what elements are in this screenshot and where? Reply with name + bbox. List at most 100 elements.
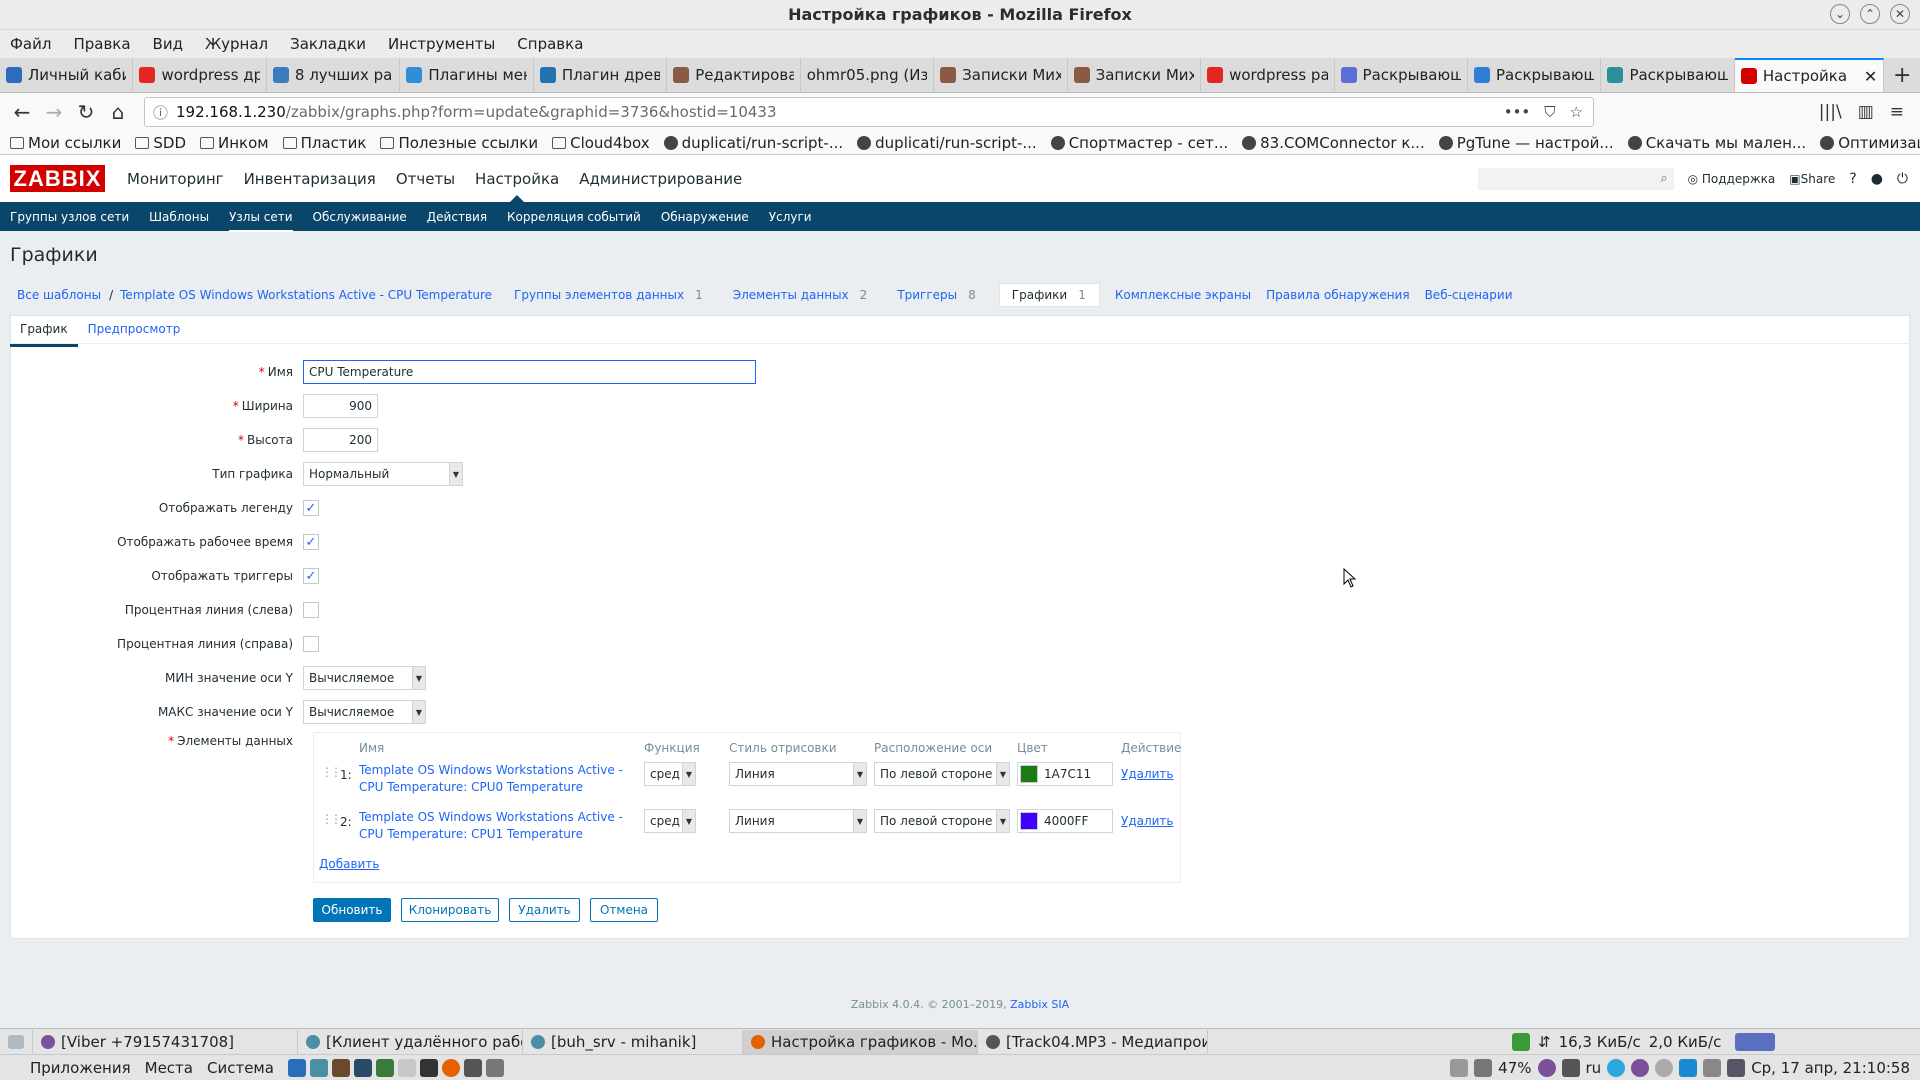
- ymin-select[interactable]: Вычисляемое ▼: [303, 666, 426, 690]
- browser-tab[interactable]: Раскрывающ: [1601, 58, 1735, 92]
- menu-edit[interactable]: Правка: [73, 35, 130, 53]
- breadcrumb-graphs[interactable]: Графики 1: [998, 283, 1100, 307]
- network-icon[interactable]: [1703, 1058, 1722, 1077]
- show-legend-checkbox[interactable]: ✓: [303, 500, 319, 516]
- item-name-link[interactable]: Template OS Windows Workstations Active …: [359, 809, 639, 843]
- breadcrumb-items[interactable]: Элементы данных 2: [726, 288, 876, 302]
- bookmark-item[interactable]: Спортмастер - сет...: [1050, 134, 1228, 152]
- bookmark-item[interactable]: Инком: [200, 134, 269, 152]
- browser-tab[interactable]: Настройка ✕: [1734, 58, 1885, 92]
- user-profile-icon[interactable]: ●: [1871, 171, 1883, 187]
- color-swatch[interactable]: [1020, 812, 1038, 830]
- menu-configuration[interactable]: Настройка: [475, 155, 559, 202]
- height-input[interactable]: 200: [303, 428, 378, 452]
- menu-inventory[interactable]: Инвентаризация: [244, 155, 376, 202]
- browser-tab[interactable]: Редактирова: [667, 58, 801, 92]
- volume-icon[interactable]: [1561, 1058, 1580, 1077]
- menu-tools[interactable]: Инструменты: [388, 35, 495, 53]
- browser-tab[interactable]: Записки Мих: [1068, 58, 1202, 92]
- item-function-select[interactable]: сред ▼: [644, 762, 696, 786]
- help-icon[interactable]: ?: [1849, 171, 1856, 187]
- system-menu[interactable]: Система: [207, 1059, 274, 1077]
- color-swatch[interactable]: [1020, 765, 1038, 783]
- bookmark-item[interactable]: Оптимизация наст...: [1820, 134, 1920, 152]
- show-worktime-checkbox[interactable]: ✓: [303, 534, 319, 550]
- item-name-link[interactable]: Template OS Windows Workstations Active …: [359, 762, 639, 796]
- keyboard-layout[interactable]: ru: [1586, 1059, 1602, 1077]
- terminal-icon[interactable]: [419, 1058, 438, 1077]
- browser-tab[interactable]: Записки Мих: [934, 58, 1068, 92]
- item-remove-link[interactable]: Удалить: [1121, 814, 1174, 828]
- share-link[interactable]: ▣Share: [1789, 172, 1835, 186]
- launcher-icon[interactable]: [485, 1058, 504, 1077]
- pocket-icon[interactable]: ⛉: [1544, 103, 1555, 121]
- sidebar-icon[interactable]: ▥: [1858, 102, 1874, 122]
- bookmark-item[interactable]: duplicati/run-script-...: [857, 134, 1037, 152]
- close-icon[interactable]: ✕: [1890, 4, 1910, 24]
- launcher-icon[interactable]: [309, 1058, 328, 1077]
- bookmark-item[interactable]: 83.COMConnector к...: [1242, 134, 1425, 152]
- bookmark-item[interactable]: SDD: [135, 134, 186, 152]
- url-bar[interactable]: ⓘ 192.168.1.230/zabbix/graphs.php?form=u…: [144, 97, 1594, 127]
- bookmark-item[interactable]: Скачать мы мален...: [1627, 134, 1806, 152]
- tray-icon[interactable]: [1450, 1058, 1469, 1077]
- bookmark-item[interactable]: duplicati/run-script-...: [663, 134, 843, 152]
- taskbar-window[interactable]: [buh_srv - mihanik]: [523, 1029, 743, 1054]
- search-icon[interactable]: ⌕: [1660, 171, 1667, 186]
- launcher-icon[interactable]: [397, 1058, 416, 1077]
- global-search-input[interactable]: ⌕: [1477, 167, 1674, 190]
- viber-tray-icon[interactable]: [1631, 1058, 1650, 1077]
- show-triggers-checkbox[interactable]: ✓: [303, 568, 319, 584]
- browser-tab[interactable]: Раскрывающ: [1468, 58, 1602, 92]
- submenu-services[interactable]: Услуги: [769, 210, 812, 224]
- launcher-icon[interactable]: [353, 1058, 372, 1077]
- taskbar-window[interactable]: [Клиент удалённого рабо...: [298, 1029, 523, 1054]
- launcher-icon[interactable]: [375, 1058, 394, 1077]
- item-color-input[interactable]: 1A7C11: [1017, 762, 1113, 786]
- clone-button[interactable]: Клонировать: [401, 898, 499, 922]
- percent-left-checkbox[interactable]: [303, 602, 319, 618]
- fedora-logo-icon[interactable]: [6, 1059, 24, 1077]
- maximize-icon[interactable]: ⌃: [1860, 4, 1880, 24]
- browser-tab[interactable]: wordpress др: [133, 58, 267, 92]
- forward-icon[interactable]: →: [38, 96, 70, 128]
- bookmark-item[interactable]: Мои ссылки: [10, 134, 121, 152]
- submenu-actions[interactable]: Действия: [427, 210, 487, 224]
- minimize-icon[interactable]: ⌄: [1830, 4, 1850, 24]
- app-tray-icon[interactable]: [1512, 1033, 1530, 1051]
- sign-out-icon[interactable]: ⏻: [1897, 171, 1908, 187]
- bookmark-item[interactable]: Cloud4box: [552, 134, 650, 152]
- cancel-button[interactable]: Отмена: [590, 898, 658, 922]
- item-remove-link[interactable]: Удалить: [1121, 767, 1174, 781]
- bookmark-star-icon[interactable]: ☆: [1570, 103, 1583, 121]
- item-style-select[interactable]: Линия ▼: [729, 809, 867, 833]
- menu-reports[interactable]: Отчеты: [396, 155, 455, 202]
- submenu-event-correlation[interactable]: Корреляция событий: [507, 210, 641, 224]
- zabbix-sia-link[interactable]: Zabbix SIA: [1010, 998, 1069, 1011]
- bookmark-item[interactable]: Пластик: [282, 134, 366, 152]
- viber-tray-icon[interactable]: [1537, 1058, 1556, 1077]
- menu-file[interactable]: Файл: [10, 35, 51, 53]
- browser-tab[interactable]: 8 лучших рас: [267, 58, 401, 92]
- site-info-icon[interactable]: ⓘ: [153, 102, 168, 123]
- menu-help[interactable]: Справка: [517, 35, 583, 53]
- breadcrumb-all-templates[interactable]: Все шаблоны: [17, 288, 101, 302]
- zabbix-logo[interactable]: ZABBIX: [10, 165, 105, 192]
- hamburger-menu-icon[interactable]: ≡: [1890, 102, 1904, 122]
- breadcrumb-web[interactable]: Веб-сценарии: [1425, 288, 1513, 302]
- drag-handle-icon[interactable]: ⋮⋮: [321, 765, 342, 779]
- menu-bookmarks[interactable]: Закладки: [290, 35, 366, 53]
- apps-menu[interactable]: Приложения: [30, 1059, 131, 1077]
- browser-tab[interactable]: wordpress ра: [1201, 58, 1335, 92]
- item-axis-select[interactable]: По левой стороне ▼: [874, 809, 1010, 833]
- taskbar-window[interactable]: [Viber +79157431708]: [33, 1029, 298, 1054]
- firefox-tray-icon[interactable]: [1735, 1033, 1776, 1051]
- breadcrumb-app-groups[interactable]: Группы элементов данных 1: [507, 288, 711, 302]
- browser-tab[interactable]: Плагины мен: [400, 58, 534, 92]
- home-icon[interactable]: ⌂: [102, 96, 134, 128]
- submenu-discovery[interactable]: Обнаружение: [661, 210, 749, 224]
- menu-view[interactable]: Вид: [153, 35, 183, 53]
- browser-tab[interactable]: ohmr05.png (Изо: [801, 58, 935, 92]
- telegram-tray-icon[interactable]: [1607, 1058, 1626, 1077]
- submenu-host-groups[interactable]: Группы узлов сети: [10, 210, 129, 224]
